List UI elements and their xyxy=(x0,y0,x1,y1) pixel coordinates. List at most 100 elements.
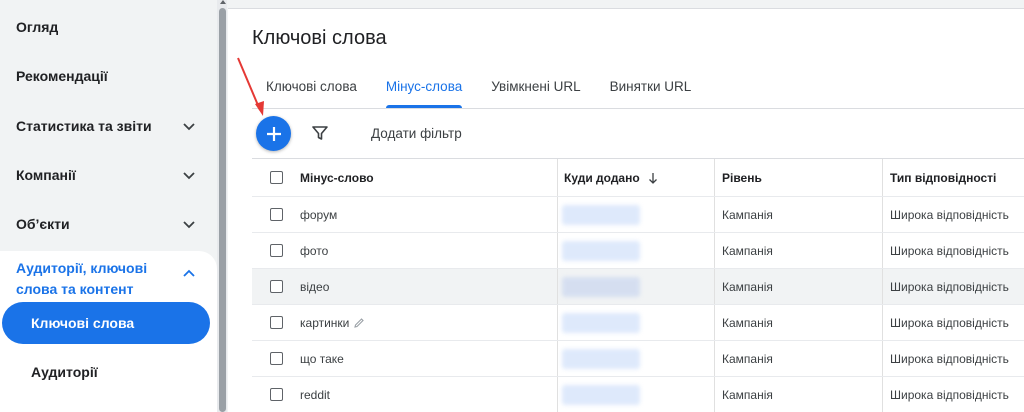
sidebar: Огляд Рекомендації Статистика та звіти К… xyxy=(0,0,217,412)
redacted-value xyxy=(562,276,640,297)
column-divider xyxy=(882,341,883,376)
sidebar-item-overview[interactable]: Огляд xyxy=(0,3,217,51)
tab-url-exclusions[interactable]: Винятки URL xyxy=(610,70,692,108)
sidebar-scrollbar-thumb[interactable] xyxy=(219,8,226,412)
level-cell: Кампанія xyxy=(722,243,773,258)
annotation-arrow-icon xyxy=(237,57,264,116)
tabs-divider xyxy=(252,108,1024,109)
sidebar-subitem-label: Аудиторії xyxy=(31,364,98,380)
sidebar-item-label: Компанії xyxy=(16,167,76,183)
sidebar-group-label[interactable]: Аудиторії, ключові слова та контент xyxy=(16,258,176,300)
column-divider xyxy=(714,305,715,340)
negative-keyword-cell: що таке xyxy=(300,351,344,366)
level-cell: Кампанія xyxy=(722,279,773,294)
column-divider xyxy=(557,159,558,196)
sidebar-item-label: Об’єкти xyxy=(16,216,70,232)
column-divider xyxy=(714,269,715,304)
table-row[interactable]: картинки Кампанія Широка відповідність xyxy=(252,305,1024,341)
sidebar-item-recommendations[interactable]: Рекомендації xyxy=(0,52,217,100)
add-button[interactable] xyxy=(256,116,291,151)
column-divider xyxy=(882,269,883,304)
level-cell: Кампанія xyxy=(722,387,773,402)
row-checkbox-cell xyxy=(270,233,284,268)
column-divider xyxy=(557,269,558,304)
column-header-negative-keyword[interactable]: Мінус-слово xyxy=(300,159,560,196)
column-divider xyxy=(882,305,883,340)
chevron-down-icon xyxy=(183,221,195,229)
arrow-down-icon xyxy=(648,172,657,184)
negative-keywords-table: Мінус-слово Куди додано Рівень Тип відпо… xyxy=(252,158,1024,412)
row-checkbox-cell xyxy=(270,377,284,412)
row-checkbox[interactable] xyxy=(270,208,283,221)
row-checkbox-cell xyxy=(270,305,284,340)
column-divider xyxy=(714,197,715,232)
negative-keyword-text: картинки xyxy=(300,315,350,330)
sidebar-item-label: Статистика та звіти xyxy=(16,118,152,134)
chevron-down-icon xyxy=(183,172,195,180)
column-divider xyxy=(557,197,558,232)
redacted-value xyxy=(562,240,640,261)
column-header-match-type[interactable]: Тип відповідності xyxy=(890,159,1024,196)
added-to-cell xyxy=(562,305,714,340)
app-root: Огляд Рекомендації Статистика та звіти К… xyxy=(0,0,1024,412)
match-type-cell: Широка відповідність xyxy=(890,207,1009,222)
negative-keyword-cell: картинки xyxy=(300,305,560,340)
added-to-cell xyxy=(562,197,714,232)
row-checkbox[interactable] xyxy=(270,244,283,257)
column-header-level[interactable]: Рівень xyxy=(722,159,872,196)
tab-bar: Ключові слова Мінус-слова Увімкнені URL … xyxy=(252,70,720,108)
added-to-cell xyxy=(562,341,714,376)
row-checkbox[interactable] xyxy=(270,352,283,365)
table-row[interactable]: відео Кампанія Широка відповідність xyxy=(252,269,1024,305)
level-cell: Кампанія xyxy=(722,207,773,222)
added-to-cell xyxy=(562,233,714,268)
match-type-cell: Широка відповідність xyxy=(890,351,1009,366)
sidebar-item-label: Огляд xyxy=(16,19,59,35)
table-row[interactable]: фото Кампанія Широка відповідність xyxy=(252,233,1024,269)
level-cell: Кампанія xyxy=(722,315,773,330)
pencil-icon[interactable] xyxy=(353,317,365,329)
row-checkbox[interactable] xyxy=(270,316,283,329)
column-divider xyxy=(557,233,558,268)
plus-icon xyxy=(266,126,281,141)
negative-keyword-cell: форум xyxy=(300,207,338,222)
negative-keyword-cell: відео xyxy=(300,279,330,294)
match-type-cell: Широка відповідність xyxy=(890,279,1009,294)
filter-icon[interactable] xyxy=(311,124,329,142)
sidebar-item-label: Рекомендації xyxy=(16,68,108,84)
match-type-cell: Широка відповідність xyxy=(890,315,1009,330)
select-all-checkbox[interactable] xyxy=(270,171,283,184)
column-divider xyxy=(714,233,715,268)
table-header-row: Мінус-слово Куди додано Рівень Тип відпо… xyxy=(252,159,1024,197)
redacted-value xyxy=(562,384,640,405)
chevron-down-icon xyxy=(183,123,195,131)
table-row[interactable]: reddit Кампанія Широка відповідність xyxy=(252,377,1024,412)
sidebar-item-assets[interactable]: Об’єкти xyxy=(0,200,217,248)
match-type-cell: Широка відповідність xyxy=(890,387,1009,402)
column-divider xyxy=(882,197,883,232)
scroll-up-icon[interactable] xyxy=(219,0,226,4)
redacted-value xyxy=(562,348,640,369)
row-checkbox[interactable] xyxy=(270,388,283,401)
column-header-added-to[interactable]: Куди додано xyxy=(564,159,714,196)
tab-keywords[interactable]: Ключові слова xyxy=(266,70,357,108)
table-row[interactable]: форум Кампанія Широка відповідність xyxy=(252,197,1024,233)
chevron-up-icon[interactable] xyxy=(181,266,197,282)
sidebar-subitem-audiences[interactable]: Аудиторії xyxy=(2,351,210,393)
sidebar-item-insights-reports[interactable]: Статистика та звіти xyxy=(0,102,217,150)
add-filter-button[interactable]: Додати фільтр xyxy=(371,126,462,141)
row-checkbox-cell xyxy=(270,341,284,376)
tab-enabled-urls[interactable]: Увімкнені URL xyxy=(491,70,580,108)
tab-negative-keywords[interactable]: Мінус-слова xyxy=(385,70,463,108)
table-row[interactable]: що таке Кампанія Широка відповідність xyxy=(252,341,1024,377)
main-content: Ключові слова Ключові слова Мінус-слова … xyxy=(228,0,1024,412)
column-divider xyxy=(882,159,883,196)
column-divider xyxy=(714,341,715,376)
row-checkbox[interactable] xyxy=(270,280,283,293)
sidebar-item-campaigns[interactable]: Компанії xyxy=(0,151,217,199)
column-divider xyxy=(714,159,715,196)
redacted-value xyxy=(562,204,640,225)
match-type-cell: Широка відповідність xyxy=(890,243,1009,258)
column-header-label: Куди додано xyxy=(564,170,640,185)
sidebar-subitem-keywords[interactable]: Ключові слова xyxy=(2,302,210,344)
